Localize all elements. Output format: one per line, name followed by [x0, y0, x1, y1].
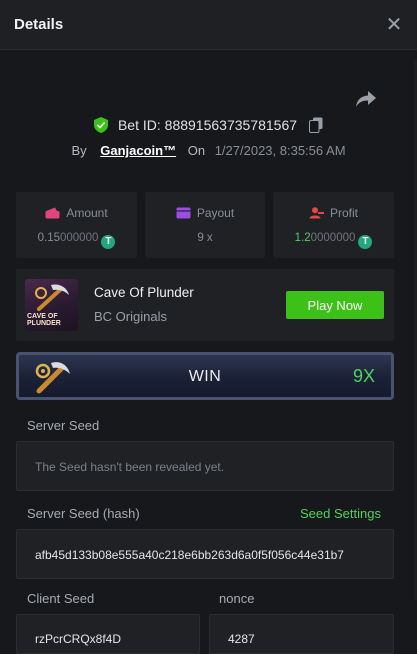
nonce-label: nonce: [219, 591, 255, 606]
server-seed-hash-field[interactable]: afb45d133b08e555a40c218e6bb263d6a0f5f056…: [16, 529, 394, 579]
game-name: Cave Of Plunder: [94, 285, 194, 300]
profit-label-row: Profit: [273, 206, 394, 220]
bet-author-line: By Ganjacoin™ On 1/27/2023, 8:35:56 AM: [0, 143, 417, 158]
amount-value-main: 0.15: [37, 232, 60, 244]
nonce-field[interactable]: 4287: [209, 614, 394, 654]
amount-card: Amount 0.15000000 T: [16, 192, 137, 258]
amount-value: 0.15000000 T: [16, 232, 137, 249]
client-seed-label: Client Seed: [27, 591, 95, 606]
by-label: By: [71, 143, 87, 158]
user-coin-icon: [309, 207, 324, 219]
thumb-title-line-2: PLUNDER: [27, 320, 61, 327]
thumb-title: CAVE OF PLUNDER: [27, 313, 61, 327]
amount-value-dim: 000000: [60, 232, 99, 244]
on-label: On: [187, 143, 206, 158]
profit-label: Profit: [329, 206, 358, 220]
share-icon[interactable]: [355, 90, 377, 108]
profit-card: Profit 1.20000000 T: [273, 192, 394, 258]
card-icon: [176, 207, 191, 219]
amount-label: Amount: [66, 206, 108, 220]
amount-label-row: Amount: [16, 206, 137, 220]
bet-id-line: Bet ID: 88891563735781567: [0, 117, 417, 133]
bet-id: Bet ID: 88891563735781567: [117, 117, 298, 133]
play-now-button[interactable]: Play Now: [286, 291, 384, 319]
bet-date: 1/27/2023, 8:35:56 AM: [214, 143, 346, 158]
usdt-coin-icon: T: [101, 235, 116, 249]
profit-value-dim: 0000000: [310, 232, 356, 244]
client-seed-field[interactable]: rzPcrCRQx8f4D: [16, 614, 200, 654]
pickaxe-icon: [35, 284, 69, 311]
payout-label: Payout: [196, 206, 235, 220]
nonce-value: 4287: [228, 632, 255, 646]
wallet-icon: [45, 207, 60, 219]
server-seed-label: Server Seed: [27, 418, 100, 433]
game-card: CAVE OF PLUNDER Cave Of Plunder BC Origi…: [16, 269, 394, 341]
thumb-title-line-1: CAVE OF: [27, 313, 58, 320]
result-banner: WIN 9X: [16, 352, 394, 400]
page-title: Details: [14, 16, 64, 33]
seed-settings-link[interactable]: Seed Settings: [300, 506, 381, 521]
user-link[interactable]: Ganjacoin™: [100, 143, 176, 158]
server-seed-hash-label: Server Seed (hash): [27, 506, 140, 521]
profit-value-main: 1.2: [294, 232, 311, 244]
result-multiplier: 9X: [352, 366, 375, 386]
game-thumbnail[interactable]: CAVE OF PLUNDER: [25, 279, 78, 331]
payout-label-row: Payout: [145, 206, 265, 220]
server-seed-value: The Seed hasn't been revealed yet.: [35, 460, 225, 474]
client-seed-value: rzPcrCRQx8f4D: [35, 632, 122, 646]
close-icon[interactable]: ✕: [385, 15, 403, 35]
payout-value: 9 x: [197, 232, 213, 244]
verified-shield-icon: [94, 117, 109, 133]
server-seed-hash-value: afb45d133b08e555a40c218e6bb263d6a0f5f056…: [35, 548, 344, 562]
game-provider: BC Originals: [94, 309, 167, 324]
copy-icon[interactable]: [308, 117, 323, 133]
result-label: WIN: [188, 368, 222, 385]
details-header: Details ✕: [0, 0, 417, 50]
server-seed-field: The Seed hasn't been revealed yet.: [16, 441, 394, 491]
profit-value: 1.20000000 T: [273, 232, 394, 249]
payout-card: Payout 9 x: [145, 192, 265, 258]
usdt-coin-icon: T: [358, 235, 373, 249]
